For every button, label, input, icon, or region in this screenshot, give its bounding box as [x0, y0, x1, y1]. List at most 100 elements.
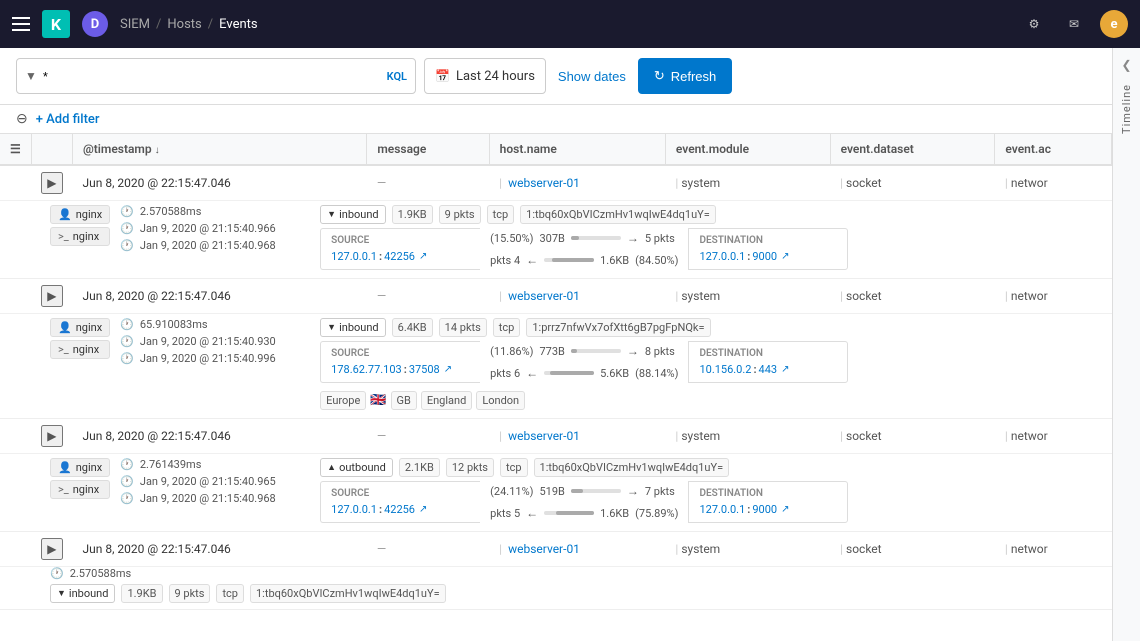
expand-button[interactable]: ▶: [41, 538, 62, 560]
dst-port[interactable]: 443: [759, 363, 778, 376]
source-box: Source 127.0.0.1 : 42256 ↗: [320, 481, 480, 523]
src-ip[interactable]: 178.62.77.103: [331, 363, 402, 376]
col-list-icon[interactable]: ☰: [0, 134, 31, 165]
nginx-badge-2[interactable]: >_ nginx: [50, 340, 110, 359]
col-event-dataset[interactable]: event.dataset: [830, 134, 995, 165]
stat2-bytes: 1.6KB: [600, 507, 629, 520]
row4-message: —: [377, 542, 386, 556]
space-avatar[interactable]: D: [82, 11, 108, 37]
terminal-icon: >_: [58, 343, 69, 356]
row3-host[interactable]: webserver-01: [499, 429, 580, 443]
col-timestamp[interactable]: @timestamp ↓: [73, 134, 367, 165]
settings-icon[interactable]: ⚙: [1020, 10, 1048, 38]
duration-2: 65.910083ms: [140, 318, 208, 331]
row1-spacer: [0, 165, 31, 201]
arrow-right-icon: →: [627, 484, 639, 498]
query-bar[interactable]: ▼ KQL: [16, 58, 416, 94]
dst-ip[interactable]: 127.0.0.1: [699, 250, 745, 263]
src-port[interactable]: 42256: [384, 250, 415, 263]
ext-link-icon[interactable]: ↗: [781, 364, 789, 375]
geo-england[interactable]: England: [421, 391, 472, 410]
destination-label: Destination: [699, 488, 837, 499]
direction-badge[interactable]: ▼ inbound: [320, 318, 385, 337]
time-picker[interactable]: 📅 Last 24 hours: [424, 58, 546, 94]
pkts-badge: 9 pkts: [439, 205, 481, 224]
source-label: Source: [331, 235, 470, 246]
time-range-text: Last 24 hours: [456, 69, 535, 84]
expand-button[interactable]: ▶: [41, 425, 62, 447]
col-event-module[interactable]: event.module: [665, 134, 830, 165]
src-port[interactable]: 42256: [384, 503, 415, 516]
row4-host[interactable]: webserver-01: [499, 542, 580, 556]
ext-link-icon[interactable]: ↗: [419, 504, 427, 515]
arrow-left-icon: ←: [526, 506, 538, 520]
nginx-badge-1[interactable]: 👤 nginx: [50, 318, 110, 337]
timeline-toggle[interactable]: ❮: [1121, 58, 1131, 72]
row2-host[interactable]: webserver-01: [499, 289, 580, 303]
kql-badge: KQL: [387, 70, 407, 83]
query-toolbar: ▼ KQL 📅 Last 24 hours Show dates ↻ Refre…: [0, 48, 1140, 105]
direction-label: inbound: [339, 208, 379, 221]
direction-badge[interactable]: ▼ inbound: [320, 205, 385, 224]
kibana-logo: K: [42, 10, 70, 38]
add-filter-button[interactable]: + Add filter: [36, 112, 100, 127]
filter-icon[interactable]: ⊖: [16, 111, 28, 127]
expand-button[interactable]: ▶: [41, 172, 62, 194]
ext-link-icon[interactable]: ↗: [781, 251, 789, 262]
table-header: ☰ @timestamp ↓ message host.name event.m…: [0, 134, 1112, 165]
show-dates-button[interactable]: Show dates: [554, 69, 630, 84]
col-message[interactable]: message: [367, 134, 489, 165]
ext-link-icon[interactable]: ↗: [781, 504, 789, 515]
direction-badge[interactable]: ▲ outbound: [320, 458, 393, 477]
breadcrumb-hosts[interactable]: Hosts: [167, 17, 201, 32]
clock-icon: 🕐: [120, 239, 134, 252]
mail-icon[interactable]: ✉: [1060, 10, 1088, 38]
stat1-pct: (15.50%): [490, 232, 533, 245]
nginx-badge-2[interactable]: >_ nginx: [50, 480, 110, 499]
query-bar-icon[interactable]: ▼: [25, 69, 37, 83]
src-port[interactable]: 37508: [409, 363, 440, 376]
hamburger-menu[interactable]: [12, 17, 30, 31]
chevron-down-icon: ▼: [57, 588, 66, 599]
direction-badge[interactable]: ▼ inbound: [50, 584, 115, 603]
stat1-pct: (11.86%): [490, 345, 533, 358]
arrow-right-icon: →: [627, 344, 639, 358]
gb-flag: 🇬🇧: [370, 393, 386, 408]
ext-link-icon[interactable]: ↗: [419, 251, 427, 262]
geo-london[interactable]: London: [476, 391, 525, 410]
destination-label: Destination: [699, 235, 837, 246]
refresh-label: Refresh: [671, 69, 717, 84]
col-hostname[interactable]: host.name: [489, 134, 665, 165]
user-icon: 👤: [58, 208, 72, 221]
src-ip[interactable]: 127.0.0.1: [331, 503, 377, 516]
dst-port[interactable]: 9000: [752, 503, 777, 516]
query-input[interactable]: [43, 69, 381, 84]
size-badge: 1.9KB: [392, 205, 433, 224]
dst-ip[interactable]: 10.156.0.2: [699, 363, 751, 376]
time-end-1: Jan 9, 2020 @ 21:15:40.968: [140, 239, 276, 252]
dst-ip[interactable]: 127.0.0.1: [699, 503, 745, 516]
row1-host[interactable]: webserver-01: [499, 176, 580, 190]
stat2-pkts: 4 pkts: [490, 254, 520, 267]
clock-icon: 🕐: [120, 492, 134, 505]
size-badge: 2.1KB: [399, 458, 440, 477]
geo-gb[interactable]: GB: [391, 391, 417, 410]
user-avatar[interactable]: e: [1100, 10, 1128, 38]
geo-europe[interactable]: Europe: [320, 391, 366, 410]
nginx-badge-1[interactable]: 👤 nginx: [50, 458, 110, 477]
row3-message: —: [377, 429, 386, 443]
expand-button[interactable]: ▶: [41, 285, 62, 307]
time-start-3: Jan 9, 2020 @ 21:15:40.965: [140, 475, 276, 488]
col-event-ac[interactable]: event.ac: [995, 134, 1112, 165]
nginx-badge-1[interactable]: 👤 nginx: [50, 205, 110, 224]
user-icon: 👤: [58, 321, 72, 334]
src-ip[interactable]: 127.0.0.1: [331, 250, 377, 263]
nginx-badge-2[interactable]: >_ nginx: [50, 227, 110, 246]
refresh-button[interactable]: ↻ Refresh: [638, 58, 732, 94]
sort-icon[interactable]: ↓: [155, 145, 160, 156]
dst-port[interactable]: 9000: [752, 250, 777, 263]
breadcrumb-siem[interactable]: SIEM: [120, 17, 150, 32]
clock-icon: 🕐: [120, 205, 134, 218]
ext-link-icon[interactable]: ↗: [444, 364, 452, 375]
table-body: ▶ Jun 8, 2020 @ 22:15:47.046 — webserver…: [0, 165, 1112, 610]
